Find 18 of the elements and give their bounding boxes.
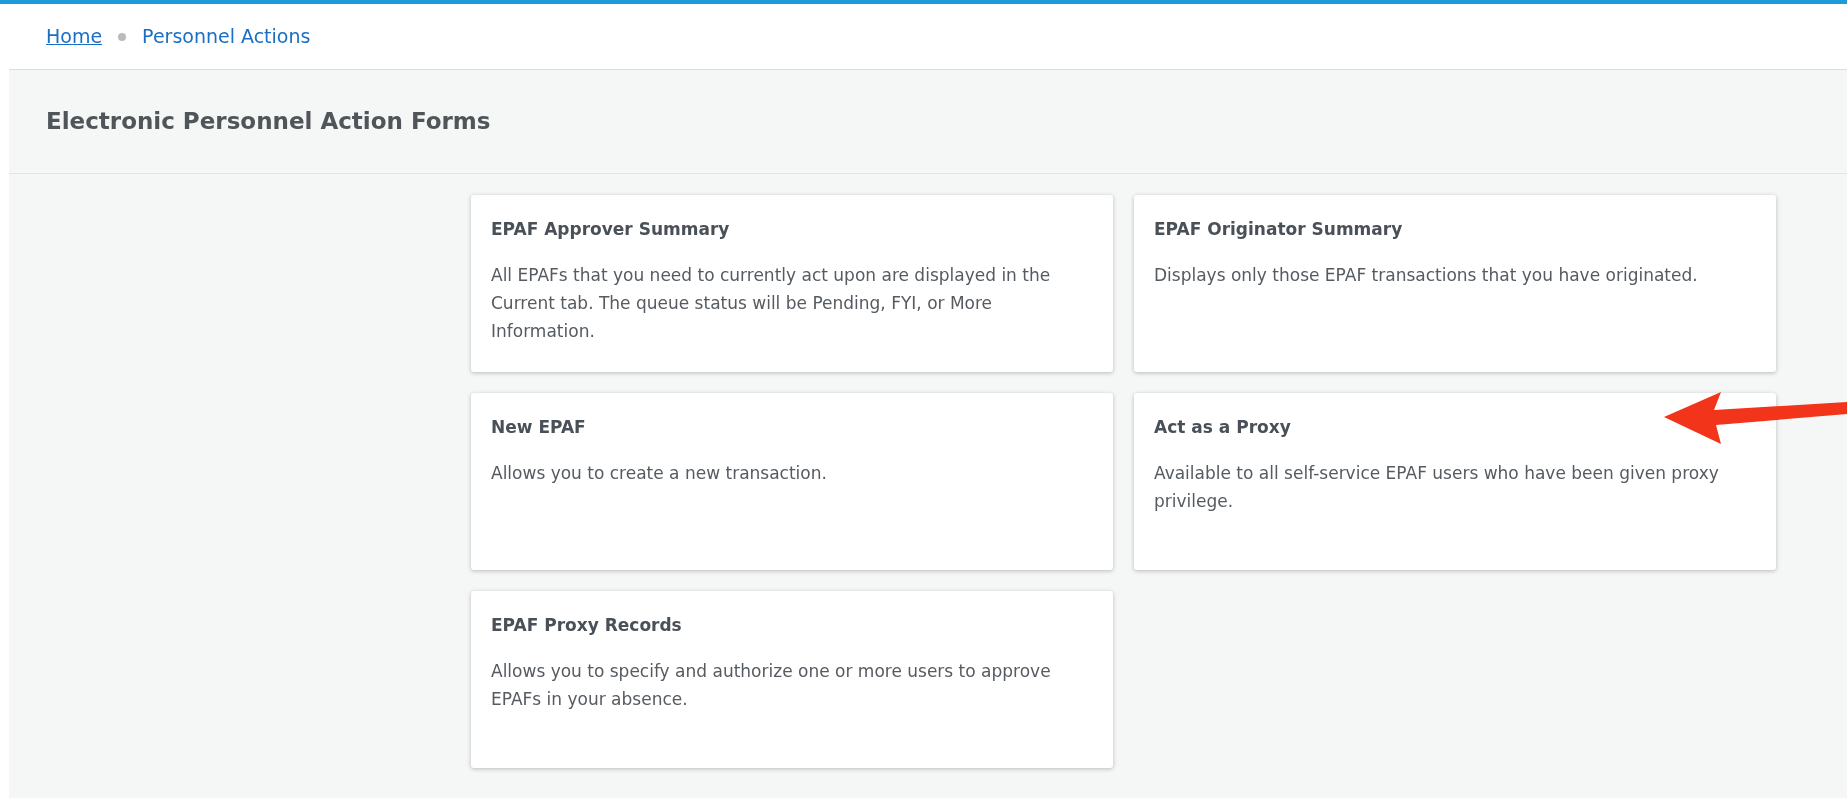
card-title: EPAF Proxy Records xyxy=(491,614,683,637)
action-card[interactable]: New EPAF Allows you to create a new transaction. xyxy=(471,393,1113,570)
card-description: Allows you to create a new transaction. xyxy=(491,461,828,485)
card-title: Act as a Proxy xyxy=(1154,416,1292,439)
card-description: Allows you to specify and authorize one or more users to approve EPAFs in your absence. xyxy=(491,659,1052,711)
card-description: All EPAFs that you need to currently act upon are displayed in the Current tab. The queue status will be Pending, FYI, or More Information. xyxy=(491,263,1052,343)
card-title: EPAF Approver Summary xyxy=(491,218,731,241)
action-card[interactable]: EPAF Originator Summary Displays only those EPAF transactions that you have originated. xyxy=(1134,195,1776,372)
card-title: EPAF Originator Summary xyxy=(1154,218,1404,241)
breadcrumb-current[interactable]: Personnel Actions xyxy=(142,22,311,51)
action-card[interactable]: EPAF Proxy Records Allows you to specify and authorize one or more users to approve EPAFs in your absence. xyxy=(471,591,1113,768)
card-description: Available to all self-service EPAF users who have been given proxy privilege. xyxy=(1154,461,1720,513)
page-title: Electronic Personnel Action Forms xyxy=(46,107,491,137)
breadcrumb-link[interactable]: Home xyxy=(46,22,103,51)
action-card[interactable]: Act as a Proxy Available to all self-service EPAF users who have been given proxy privilege. xyxy=(1134,393,1776,570)
card-description: Displays only those EPAF transactions that you have originated. xyxy=(1154,263,1699,287)
card-title: New EPAF xyxy=(491,416,587,439)
action-card[interactable]: EPAF Approver Summary All EPAFs that you need to currently act upon are displayed in the Current tab. The queue status will be Pending, FYI, or More Information. xyxy=(471,195,1113,372)
